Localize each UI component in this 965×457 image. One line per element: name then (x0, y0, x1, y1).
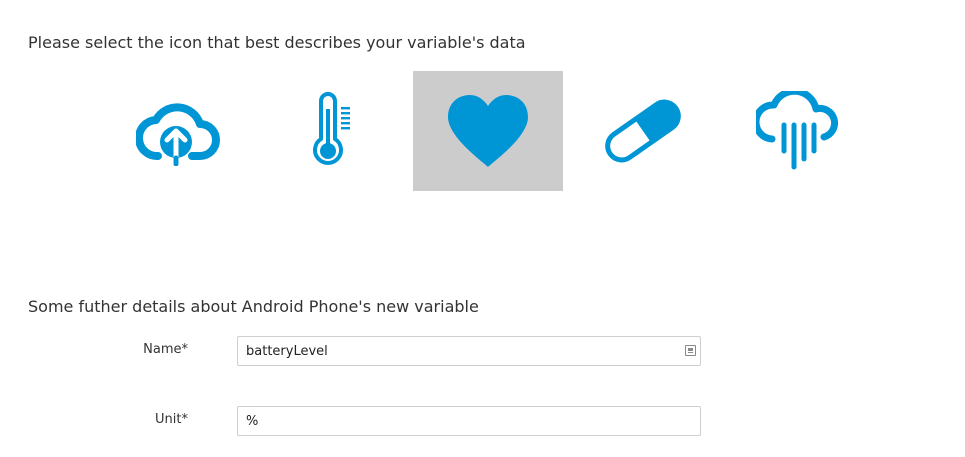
icon-option-rain-cloud[interactable] (723, 71, 873, 191)
pill-icon (605, 99, 681, 163)
icon-option-thermometer[interactable] (258, 71, 408, 191)
rain-cloud-icon (756, 91, 839, 170)
icon-option-cloud-upload[interactable] (103, 71, 253, 191)
icon-picker (0, 71, 965, 191)
unit-field[interactable] (237, 406, 701, 436)
icon-selection-heading: Please select the icon that best describ… (28, 33, 526, 52)
name-label: Name* (143, 342, 188, 357)
cloud-upload-icon (136, 103, 220, 166)
icon-option-heart[interactable] (413, 71, 563, 191)
name-field[interactable] (237, 336, 701, 366)
heart-icon (448, 95, 528, 167)
autofill-icon[interactable] (685, 345, 696, 356)
icon-option-pill[interactable] (568, 71, 718, 191)
unit-label: Unit* (155, 412, 188, 427)
thermometer-icon (313, 92, 350, 165)
details-heading: Some futher details about Android Phone'… (28, 297, 479, 316)
